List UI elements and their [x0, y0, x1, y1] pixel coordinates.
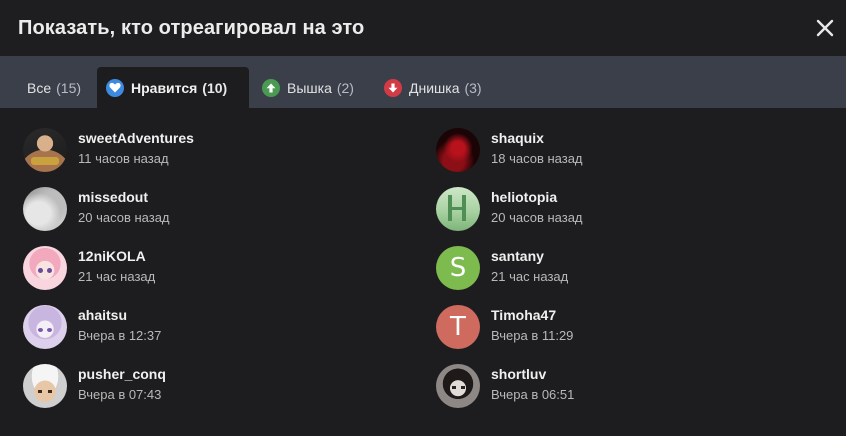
tab-all[interactable]: Все (15) [18, 67, 90, 108]
reaction-tabs: Все (15) Нравится (10) Вышка (2) Днишка … [0, 56, 846, 108]
list-item[interactable]: shortluv Вчера в 06:51 [436, 363, 816, 413]
reaction-time: Вчера в 06:51 [491, 387, 575, 402]
list-item[interactable]: missedout 20 часов назад [23, 186, 403, 236]
avatar[interactable] [23, 128, 67, 172]
username[interactable]: pusher_conq [78, 366, 166, 382]
reaction-time: 21 час назад [491, 269, 569, 284]
tab-count: (10) [202, 79, 228, 96]
avatar[interactable] [436, 364, 480, 408]
avatar-letter: S [449, 253, 467, 283]
list-item[interactable]: S santany 21 час назад [436, 245, 816, 295]
reaction-time: Вчера в 07:43 [78, 387, 162, 402]
close-icon [816, 19, 834, 37]
reactions-dialog: Показать, кто отреагировал на это Все (1… [0, 0, 846, 436]
avatar[interactable] [23, 246, 67, 290]
user-list: sweetAdventures 11 часов назад shaquix 1… [0, 108, 846, 436]
username[interactable]: heliotopia [491, 189, 557, 205]
reaction-time: Вчера в 12:37 [78, 328, 162, 343]
avatar[interactable]: T [436, 305, 480, 349]
tab-label: Вышка [287, 79, 332, 96]
tab-upvote[interactable]: Вышка (2) [253, 67, 363, 108]
list-item[interactable]: pusher_conq Вчера в 07:43 [23, 363, 403, 413]
tab-label: Нравится [131, 79, 198, 96]
reaction-time: 18 часов назад [491, 151, 583, 166]
arrow-down-icon [384, 78, 402, 97]
list-item[interactable]: shaquix 18 часов назад [436, 127, 816, 177]
tab-downvote[interactable]: Днишка (3) [375, 67, 491, 108]
close-button[interactable] [814, 17, 836, 39]
username[interactable]: missedout [78, 189, 148, 205]
avatar[interactable] [436, 187, 480, 231]
reaction-time: 20 часов назад [491, 210, 583, 225]
avatar[interactable] [23, 305, 67, 349]
avatar-letter: T [450, 312, 466, 342]
tab-label: Все [27, 79, 52, 96]
list-item[interactable]: heliotopia 20 часов назад [436, 186, 816, 236]
avatar[interactable] [436, 128, 480, 172]
heart-icon [106, 78, 124, 97]
username[interactable]: ahaitsu [78, 307, 127, 323]
list-item[interactable]: ahaitsu Вчера в 12:37 [23, 304, 403, 354]
tab-label: Днишка [409, 79, 460, 96]
avatar[interactable] [23, 187, 67, 231]
tab-count: (3) [464, 79, 482, 96]
reaction-time: 20 часов назад [78, 210, 170, 225]
list-item[interactable]: 12niKOLA 21 час назад [23, 245, 403, 295]
dialog-title: Показать, кто отреагировал на это [18, 17, 365, 39]
username[interactable]: sweetAdventures [78, 130, 194, 146]
reaction-time: 11 часов назад [78, 151, 169, 166]
dialog-header: Показать, кто отреагировал на это [0, 0, 846, 56]
reaction-time: 21 час назад [78, 269, 156, 284]
avatar[interactable]: S [436, 246, 480, 290]
list-item[interactable]: sweetAdventures 11 часов назад [23, 127, 403, 177]
reaction-time: Вчера в 11:29 [491, 328, 574, 343]
tab-count: (2) [336, 79, 354, 96]
list-item[interactable]: T Timoha47 Вчера в 11:29 [436, 304, 816, 354]
avatar[interactable] [23, 364, 67, 408]
username[interactable]: Timoha47 [491, 307, 556, 323]
username[interactable]: santany [491, 248, 544, 264]
tab-like[interactable]: Нравится (10) [97, 67, 249, 108]
username[interactable]: shaquix [491, 130, 544, 146]
tab-count: (15) [56, 79, 82, 96]
username[interactable]: 12niKOLA [78, 248, 146, 264]
arrow-up-icon [262, 78, 280, 97]
username[interactable]: shortluv [491, 366, 546, 382]
